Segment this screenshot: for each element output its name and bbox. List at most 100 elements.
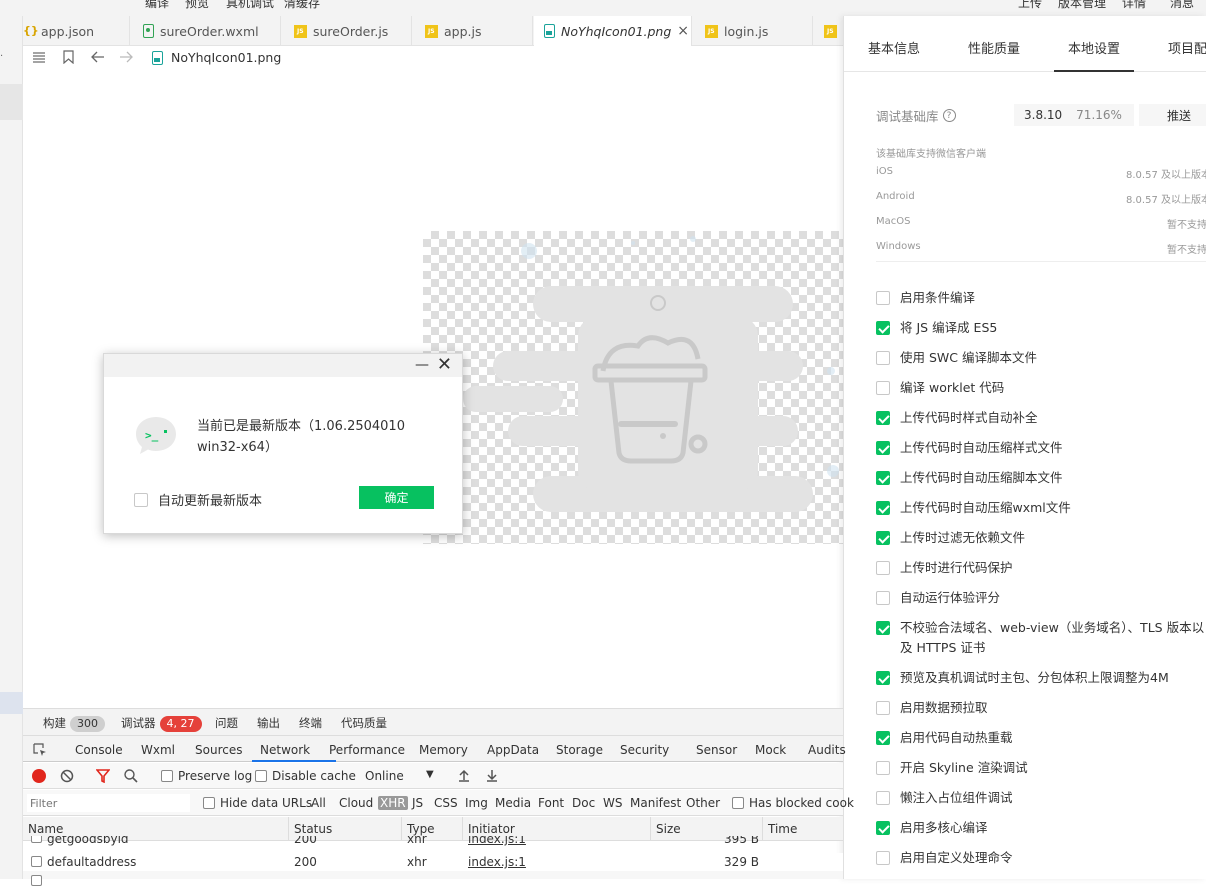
setting-checkbox[interactable] [876, 761, 890, 775]
setting-option[interactable]: 开启 Skyline 渲染调试 [876, 758, 1206, 778]
setting-checkbox[interactable] [876, 561, 890, 575]
row-checkbox[interactable] [31, 856, 42, 867]
disable-cache-checkbox[interactable] [255, 770, 267, 782]
filter-js[interactable]: JS [412, 796, 423, 810]
setting-option[interactable]: 将 JS 编译成 ES5 [876, 318, 1206, 338]
setting-checkbox[interactable] [876, 441, 890, 455]
close-icon[interactable]: ✕ [437, 354, 452, 375]
breadcrumb-file[interactable]: NoYhqIcon01.png [171, 50, 281, 65]
filter-font[interactable]: Font [538, 796, 564, 810]
tab-basic-info[interactable]: 基本信息 [868, 38, 920, 57]
menu-clear-cache[interactable]: 清缓存 [284, 0, 320, 11]
tab-mock[interactable]: Mock [755, 743, 786, 757]
tab-sureorder-wxml[interactable]: sureOrder.wxml [131, 16, 281, 46]
setting-option[interactable]: 启用条件编译 [876, 288, 1206, 308]
row-checkbox[interactable] [31, 836, 42, 843]
tab-performance[interactable]: Performance [329, 743, 405, 757]
setting-checkbox[interactable] [876, 701, 890, 715]
search-icon[interactable] [124, 769, 138, 783]
chevron-down-icon[interactable]: ▼ [426, 769, 434, 780]
explorer-selected-row[interactable] [0, 84, 23, 120]
setting-checkbox[interactable] [876, 291, 890, 305]
setting-checkbox[interactable] [876, 591, 890, 605]
setting-option[interactable]: 上传代码时自动压缩wxml文件 [876, 498, 1206, 518]
auto-update-row[interactable]: 自动更新最新版本 [134, 490, 262, 509]
setting-option[interactable]: 上传代码时自动压缩脚本文件 [876, 468, 1206, 488]
filter-all[interactable]: All [311, 796, 326, 810]
setting-option[interactable]: 启用数据预拉取 [876, 698, 1206, 718]
setting-checkbox[interactable] [876, 321, 890, 335]
menu-messages[interactable]: 消息 [1170, 0, 1194, 11]
tab-storage[interactable]: Storage [556, 743, 603, 757]
tab-console[interactable]: Console [75, 743, 123, 757]
table-row[interactable]: getgoodsbyid 200 xhr index.js:1 395 B [23, 836, 843, 848]
request-initiator[interactable]: index.js:1 [463, 836, 649, 848]
filter-media[interactable]: Media [495, 796, 531, 810]
tab-overflow[interactable] [814, 16, 843, 46]
hide-data-urls-checkbox[interactable] [203, 797, 215, 809]
blocked-cookies-checkbox[interactable] [732, 797, 744, 809]
tab-login-js[interactable]: login.js [693, 16, 813, 46]
filter-doc[interactable]: Doc [572, 796, 595, 810]
tab-output[interactable]: 输出 [257, 715, 280, 731]
request-initiator[interactable]: index.js:1 [463, 853, 649, 871]
tab-performance-quality[interactable]: 性能质量 [968, 38, 1020, 57]
filter-css[interactable]: CSS [434, 796, 458, 810]
tab-problems[interactable]: 问题 [215, 715, 238, 731]
tab-code-quality[interactable]: 代码质量 [341, 715, 387, 731]
tab-debugger[interactable]: 调试器 4, 27 [121, 715, 202, 732]
disable-cache-toggle[interactable]: Disable cache [255, 769, 356, 783]
setting-option[interactable]: 上传代码时样式自动补全 [876, 408, 1206, 428]
setting-option[interactable]: 上传代码时自动压缩样式文件 [876, 438, 1206, 458]
setting-option[interactable]: 自动运行体验评分 [876, 588, 1206, 608]
setting-checkbox[interactable] [876, 471, 890, 485]
tab-terminal[interactable]: 终端 [299, 715, 322, 731]
preserve-log-toggle[interactable]: Preserve log [161, 769, 252, 783]
setting-checkbox[interactable] [876, 351, 890, 365]
forward-arrow-icon[interactable] [119, 51, 133, 63]
tab-app-js[interactable]: app.js [413, 16, 533, 46]
setting-option[interactable]: 启用自定义处理命令 [876, 848, 1206, 868]
tab-close-icon[interactable]: × [677, 23, 689, 39]
setting-option[interactable]: 上传时过滤无依赖文件 [876, 528, 1206, 548]
push-button[interactable]: 推送 [1139, 104, 1206, 126]
tab-sureorder-js[interactable]: sureOrder.js [282, 16, 412, 46]
table-row[interactable] [23, 871, 843, 886]
tab-local-settings[interactable]: 本地设置 [1068, 38, 1120, 57]
menu-version-management[interactable]: 版本管理 [1058, 0, 1106, 11]
filter-input[interactable] [27, 794, 190, 812]
help-icon[interactable]: ? [942, 109, 956, 122]
setting-checkbox[interactable] [876, 731, 890, 745]
menu-upload[interactable]: 上传 [1018, 0, 1042, 11]
setting-checkbox[interactable] [876, 821, 890, 835]
menu-compile[interactable]: 编译 [145, 0, 169, 11]
preserve-log-checkbox[interactable] [161, 770, 173, 782]
setting-checkbox[interactable] [876, 851, 890, 865]
table-row[interactable]: defaultaddress 200 xhr index.js:1 329 B [23, 853, 843, 871]
setting-option[interactable]: 预览及真机调试时主包、分包体积上限调整为4M [876, 668, 1206, 688]
base-library-select[interactable]: 3.8.10 71.16% [1014, 104, 1134, 126]
throttle-select[interactable]: Online [365, 769, 404, 783]
tab-project-config[interactable]: 项目配 [1168, 38, 1206, 57]
setting-option[interactable]: 不校验合法域名、web-view（业务域名）、TLS 版本以及 HTTPS 证书 [876, 618, 1206, 658]
filter-cloud[interactable]: Cloud [339, 796, 373, 810]
filter-img[interactable]: Img [465, 796, 488, 810]
setting-checkbox[interactable] [876, 791, 890, 805]
setting-option[interactable]: 编译 worklet 代码 [876, 378, 1206, 398]
tab-build[interactable]: 构建 300 [43, 715, 105, 732]
setting-checkbox[interactable] [876, 671, 890, 685]
menu-real-device-debug[interactable]: 真机调试 [226, 0, 274, 11]
back-arrow-icon[interactable] [91, 51, 105, 63]
setting-checkbox[interactable] [876, 411, 890, 425]
setting-option[interactable]: 启用代码自动热重载 [876, 728, 1206, 748]
menu-details[interactable]: 详情 [1122, 0, 1146, 11]
setting-option[interactable]: 启用多核心编译 [876, 818, 1206, 838]
tab-wxml[interactable]: Wxml [141, 743, 175, 757]
explorer-highlight-row[interactable] [0, 692, 23, 714]
confirm-button[interactable]: 确定 [359, 486, 434, 509]
download-har-icon[interactable] [486, 769, 498, 782]
upload-har-icon[interactable] [458, 769, 470, 782]
setting-option[interactable]: 懒注入占位组件调试 [876, 788, 1206, 808]
auto-update-checkbox[interactable] [134, 492, 148, 507]
record-icon[interactable] [32, 769, 46, 783]
